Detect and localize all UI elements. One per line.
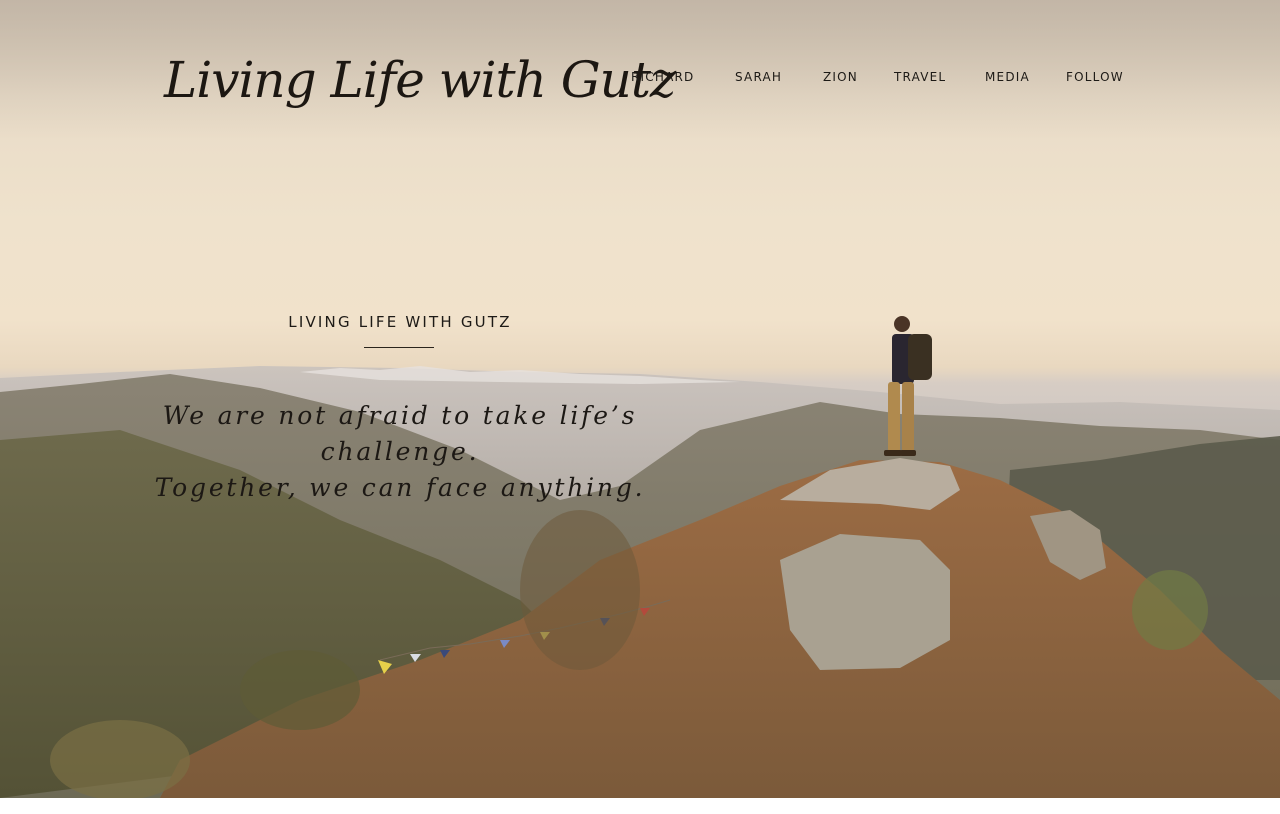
hero-divider <box>364 347 434 348</box>
tagline-line-2: Together, we can face anything. <box>154 473 646 502</box>
nav-item-richard[interactable]: RICHARD <box>631 70 694 84</box>
hero-tagline: We are not afraid to take life’s challen… <box>100 398 700 506</box>
nav-item-zion[interactable]: ZION <box>823 70 858 84</box>
nav-item-media[interactable]: MEDIA <box>985 70 1030 84</box>
nav-item-sarah[interactable]: SARAH <box>735 70 782 84</box>
hero-kicker-heading: LIVING LIFE WITH GUTZ <box>288 313 512 331</box>
main-navigation: RICHARD SARAH ZION TRAVEL MEDIA FOLLOW <box>0 70 1280 90</box>
nav-item-travel[interactable]: TRAVEL <box>894 70 946 84</box>
nav-item-follow[interactable]: FOLLOW <box>1066 70 1124 84</box>
page-bottom-strip <box>0 798 1280 814</box>
tagline-line-1: We are not afraid to take life’s challen… <box>162 401 638 466</box>
